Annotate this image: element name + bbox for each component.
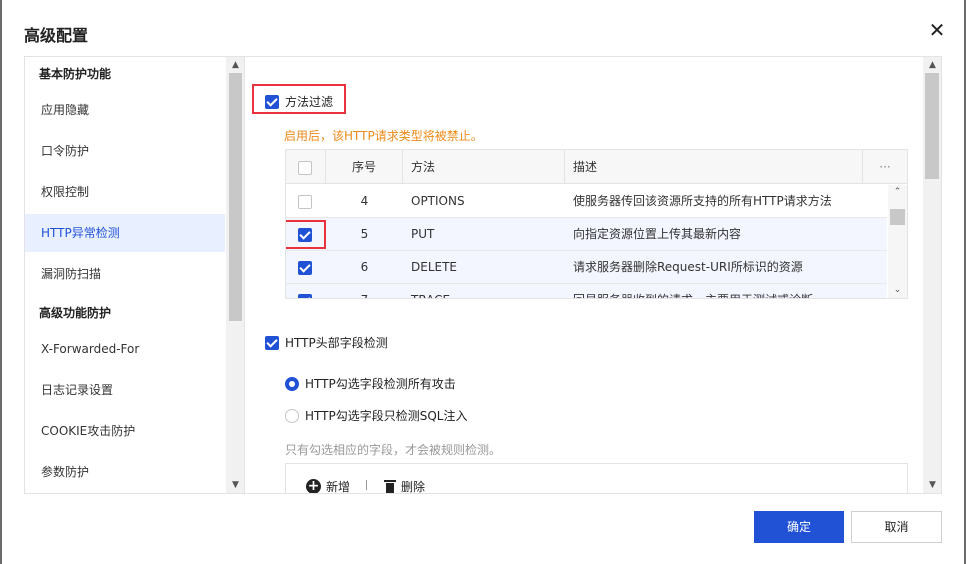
sidebar-item-permission-control[interactable]: 权限控制 xyxy=(25,173,225,211)
sidebar-item-cookie-protect[interactable]: COOKIE攻击防护 xyxy=(25,412,225,450)
sidebar-group-advanced: 高级功能防护 xyxy=(39,306,112,320)
delete-label: 删除 xyxy=(401,480,426,494)
checkbox-checked-icon[interactable] xyxy=(265,335,279,350)
table-scroll-thumb[interactable] xyxy=(890,209,905,225)
table-row[interactable]: 7 TRACE 回显服务器收到的请求，主要用于测试或诊断 xyxy=(286,284,887,298)
scroll-up-icon[interactable]: ⌃ xyxy=(888,185,907,199)
delete-button[interactable]: 删除 xyxy=(384,478,426,494)
sidebar-item-vuln-scan-protect[interactable]: 漏洞防扫描 xyxy=(25,255,225,293)
advanced-config-dialog: 高级配置 ✕ 基本防护功能 应用隐藏 口令防护 权限控制 HTTP异常检测 漏洞… xyxy=(2,0,964,564)
method-table: 序号 方法 描述 ··· 4 OPTIONS 使服务器传回该资源所支持的所有HT… xyxy=(285,149,908,299)
method-filter-checkbox[interactable]: 方法过滤 xyxy=(252,84,346,114)
radio-label: HTTP勾选字段检测所有攻击 xyxy=(305,377,456,391)
header-field-table: + 新增 删除 xyxy=(285,463,908,494)
sidebar-item-http-anomaly[interactable]: HTTP异常检测 xyxy=(25,214,225,252)
cancel-button[interactable]: 取消 xyxy=(851,511,942,543)
add-label: 新增 xyxy=(326,480,351,494)
sidebar-item-password-protect[interactable]: 口令防护 xyxy=(25,132,225,170)
scroll-down-icon[interactable]: ⌄ xyxy=(888,283,907,297)
pane-scrollbar[interactable]: ▲ ▼ xyxy=(923,57,941,493)
sidebar-item-app-hide[interactable]: 应用隐藏 xyxy=(25,91,225,129)
header-select-all[interactable] xyxy=(286,150,326,184)
header-field-hint: 只有勾选相应的字段，才会被规则检测。 xyxy=(285,443,502,457)
table-scrollbar[interactable]: ⌃ ⌄ xyxy=(888,185,907,298)
row-checkbox-unchecked-icon[interactable] xyxy=(298,194,312,209)
row-description: 使服务器传回该资源所支持的所有HTTP请求方法 xyxy=(573,194,832,208)
scroll-up-icon[interactable]: ▲ xyxy=(226,58,244,72)
more-columns-icon[interactable]: ··· xyxy=(863,150,907,184)
radio-unselected-icon[interactable] xyxy=(285,408,299,423)
header-field-check-label: HTTP头部字段检测 xyxy=(285,336,388,350)
scroll-down-icon[interactable]: ▼ xyxy=(923,478,941,492)
header-method: 方法 xyxy=(403,150,565,184)
dialog-title: 高级配置 xyxy=(24,26,89,45)
row-method: PUT xyxy=(411,227,435,241)
sidebar-list: 基本防护功能 应用隐藏 口令防护 权限控制 HTTP异常检测 漏洞防扫描 高级功… xyxy=(25,57,225,493)
row-checkbox-checked-icon[interactable] xyxy=(298,293,312,298)
row-index: 4 xyxy=(360,194,369,208)
pane-scroll-thumb[interactable] xyxy=(925,73,939,179)
method-filter-hint: 启用后，该HTTP请求类型将被禁止。 xyxy=(284,129,483,143)
row-description: 向指定资源位置上传其最新内容 xyxy=(573,227,742,241)
sidebar-group-basic: 基本防护功能 xyxy=(39,67,112,81)
row-method: DELETE xyxy=(411,260,458,274)
table-header: 序号 方法 描述 ··· xyxy=(286,150,907,184)
sidebar-item-x-forwarded-for[interactable]: X-Forwarded-For xyxy=(25,330,225,368)
row-checkbox-checked-icon[interactable] xyxy=(298,260,312,275)
settings-pane: 方法过滤 启用后，该HTTP请求类型将被禁止。 序号 方法 描述 ··· 4 O… xyxy=(245,56,942,494)
toolbar-divider xyxy=(366,480,367,490)
trash-icon xyxy=(384,479,396,493)
row-index: 6 xyxy=(360,260,369,274)
sidebar-nav: 基本防护功能 应用隐藏 口令防护 权限控制 HTTP异常检测 漏洞防扫描 高级功… xyxy=(24,56,245,494)
table-row[interactable]: 4 OPTIONS 使服务器传回该资源所支持的所有HTTP请求方法 xyxy=(286,185,887,218)
scroll-up-icon[interactable]: ▲ xyxy=(923,58,941,72)
sidebar-scroll-thumb[interactable] xyxy=(229,73,242,321)
sidebar-item-log-settings[interactable]: 日志记录设置 xyxy=(25,371,225,409)
sidebar-scrollbar[interactable]: ▲ ▼ xyxy=(226,57,244,493)
header-index: 序号 xyxy=(326,150,403,184)
radio-label: HTTP勾选字段只检测SQL注入 xyxy=(305,409,468,423)
row-checkbox-checked-icon[interactable] xyxy=(298,227,312,242)
header-field-check-checkbox[interactable]: HTTP头部字段检测 xyxy=(265,334,388,351)
header-description: 描述 xyxy=(565,150,863,184)
row-description: 请求服务器删除Request-URI所标识的资源 xyxy=(573,260,803,274)
scroll-down-icon[interactable]: ▼ xyxy=(226,478,244,492)
table-row[interactable]: 5 PUT 向指定资源位置上传其最新内容 xyxy=(286,218,887,251)
sidebar-item-param-protect[interactable]: 参数防护 xyxy=(25,453,225,491)
radio-detect-sql-only[interactable]: HTTP勾选字段只检测SQL注入 xyxy=(285,407,467,424)
add-button[interactable]: + 新增 xyxy=(306,478,351,494)
confirm-button[interactable]: 确定 xyxy=(754,511,844,543)
plus-icon: + xyxy=(306,478,321,494)
checkbox-unchecked-icon[interactable] xyxy=(298,160,312,175)
checkbox-checked-icon[interactable] xyxy=(265,94,279,109)
row-method: OPTIONS xyxy=(411,194,465,208)
radio-selected-icon[interactable] xyxy=(285,376,299,391)
table-row[interactable]: 6 DELETE 请求服务器删除Request-URI所标识的资源 xyxy=(286,251,887,284)
row-description: 回显服务器收到的请求，主要用于测试或诊断 xyxy=(573,284,813,298)
radio-detect-all-attacks[interactable]: HTTP勾选字段检测所有攻击 xyxy=(285,375,456,392)
close-icon[interactable]: ✕ xyxy=(927,20,947,40)
method-filter-label: 方法过滤 xyxy=(285,95,334,109)
row-index: 7 xyxy=(326,284,403,298)
row-index: 5 xyxy=(360,227,369,241)
row-method: TRACE xyxy=(411,284,450,298)
